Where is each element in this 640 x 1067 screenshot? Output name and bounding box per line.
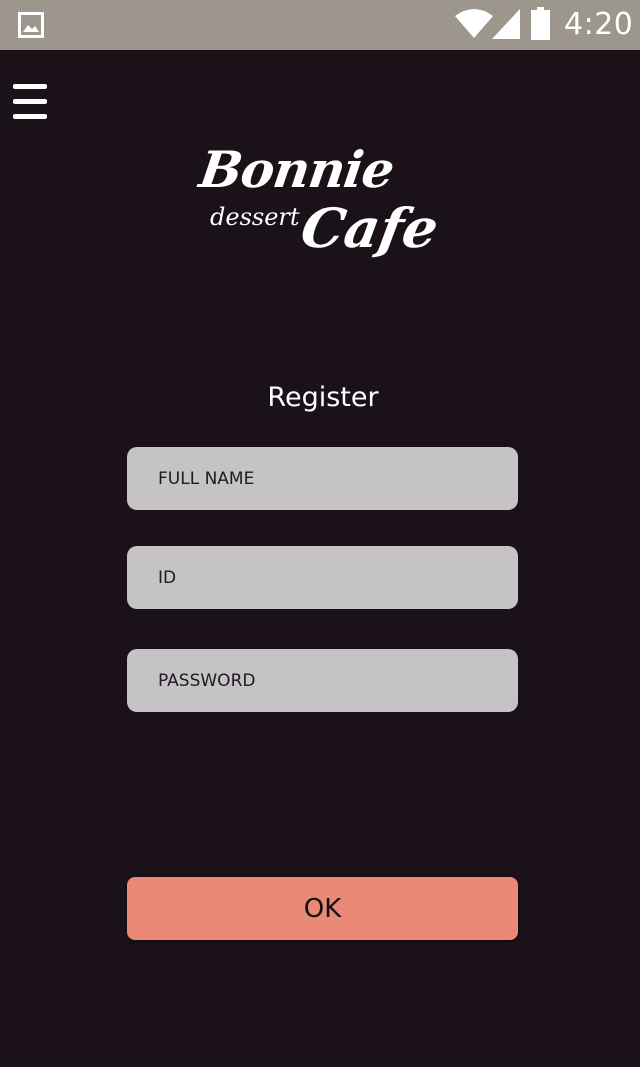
id-input[interactable] — [127, 546, 518, 609]
password-input[interactable] — [127, 649, 518, 712]
status-time: 4:20 — [564, 7, 634, 42]
logo-dessert-text: dessert — [210, 203, 300, 231]
cellular-signal-icon — [492, 9, 520, 39]
full-name-input[interactable] — [127, 447, 518, 510]
battery-icon — [531, 7, 550, 40]
status-bar: 4:20 — [0, 0, 640, 50]
gallery-icon — [18, 12, 44, 38]
wifi-icon — [455, 9, 493, 38]
logo-cafe-text: Cafe — [296, 196, 444, 260]
hamburger-menu-icon[interactable] — [12, 82, 48, 122]
bonnie-dessert-cafe-logo: Bonnie dessert Cafe — [190, 140, 444, 280]
ok-button[interactable]: OK — [127, 877, 518, 940]
logo-bonnie-text: Bonnie — [195, 140, 398, 199]
page-title: Register — [267, 382, 379, 413]
